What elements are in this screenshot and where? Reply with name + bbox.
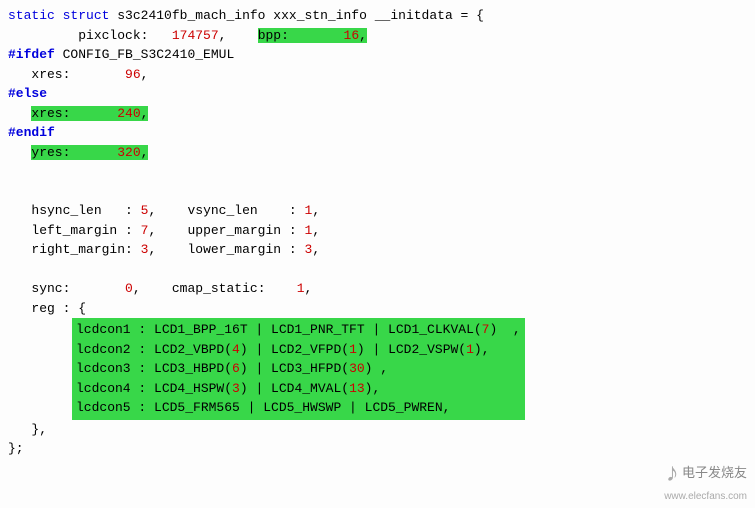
lcdcon2-line: lcdcon2 : LCD2_VBPD(4) | LCD2_VFPD(1) | … bbox=[76, 340, 521, 360]
blank-line bbox=[8, 182, 747, 202]
watermark: ♪ 电子发烧友 www.elecfans.com bbox=[664, 449, 747, 505]
pixclock-bpp-line: pixclock: 174757, bpp: 16, bbox=[8, 26, 747, 46]
pp-ifdef: #ifdef bbox=[8, 47, 55, 62]
rmargin-lomargin-line: right_margin: 3, lower_margin : 3, bbox=[8, 240, 747, 260]
xres1-value: 96 bbox=[125, 67, 141, 82]
struct-declaration: static struct s3c2410fb_mach_info xxx_st… bbox=[8, 6, 747, 26]
pp-endif: #endif bbox=[8, 125, 55, 140]
yres-label: yres: bbox=[31, 145, 70, 160]
sync-cmap-line: sync: 0, cmap_static: 1, bbox=[8, 279, 747, 299]
pixclock-label: pixclock: bbox=[78, 28, 148, 43]
lmargin-umargin-line: left_margin : 7, upper_margin : 1, bbox=[8, 221, 747, 241]
hsync-vsync-line: hsync_len : 5, vsync_len : 1, bbox=[8, 201, 747, 221]
endif-line: #endif bbox=[8, 123, 747, 143]
ifdef-symbol: CONFIG_FB_S3C2410_EMUL bbox=[63, 47, 235, 62]
register-block: lcdcon1 : LCD1_BPP_16T | LCD1_PNR_TFT | … bbox=[72, 318, 525, 420]
yres-highlight: yres: 320, bbox=[31, 145, 148, 160]
lcdcon5-line: lcdcon5 : LCD5_FRM565 | LCD5_HWSWP | LCD… bbox=[76, 398, 521, 418]
pixclock-value: 174757 bbox=[172, 28, 219, 43]
bpp-highlight: bpp: 16, bbox=[258, 28, 367, 43]
watermark-cn: 电子发烧友 bbox=[682, 465, 747, 480]
kw-struct: struct bbox=[63, 8, 110, 23]
reg-label: reg : { bbox=[31, 301, 86, 316]
xres2-line: xres: 240, bbox=[8, 104, 747, 124]
lcdcon3-line: lcdcon3 : LCD3_HBPD(6) | LCD3_HFPD(30) , bbox=[76, 359, 521, 379]
yres-line: yres: 320, bbox=[8, 143, 747, 163]
xres2-value: 240 bbox=[117, 106, 140, 121]
blank-line bbox=[8, 260, 747, 280]
blank-line bbox=[8, 162, 747, 182]
else-line: #else bbox=[8, 84, 747, 104]
brace-close: }, bbox=[31, 422, 47, 437]
xres2-label: xres: bbox=[31, 106, 70, 121]
lcdcon1-line: lcdcon1 : LCD1_BPP_16T | LCD1_PNR_TFT | … bbox=[76, 320, 521, 340]
var-name: xxx_stn_info bbox=[273, 8, 367, 23]
watermark-logo-icon: ♪ bbox=[666, 453, 679, 492]
pp-else: #else bbox=[8, 86, 47, 101]
eq-brace: = { bbox=[453, 8, 484, 23]
yres-value: 320 bbox=[117, 145, 140, 160]
xres1-label: xres: bbox=[31, 67, 70, 82]
initdata: __initdata bbox=[375, 8, 453, 23]
type-name: s3c2410fb_mach_info bbox=[117, 8, 265, 23]
struct-end-line: }; bbox=[8, 439, 747, 459]
xres1-line: xres: 96, bbox=[8, 65, 747, 85]
struct-end: }; bbox=[8, 441, 24, 456]
ifdef-line: #ifdef CONFIG_FB_S3C2410_EMUL bbox=[8, 45, 747, 65]
xres2-highlight: xres: 240, bbox=[31, 106, 148, 121]
kw-static: static bbox=[8, 8, 55, 23]
reg-open-line: reg : { bbox=[8, 299, 747, 319]
bpp-label: bpp: bbox=[258, 28, 289, 43]
reg-close-line: }, bbox=[8, 420, 747, 440]
lcdcon4-line: lcdcon4 : LCD4_HSPW(3) | LCD4_MVAL(13), bbox=[76, 379, 521, 399]
watermark-url: www.elecfans.com bbox=[664, 491, 747, 502]
bpp-value: 16 bbox=[344, 28, 360, 43]
